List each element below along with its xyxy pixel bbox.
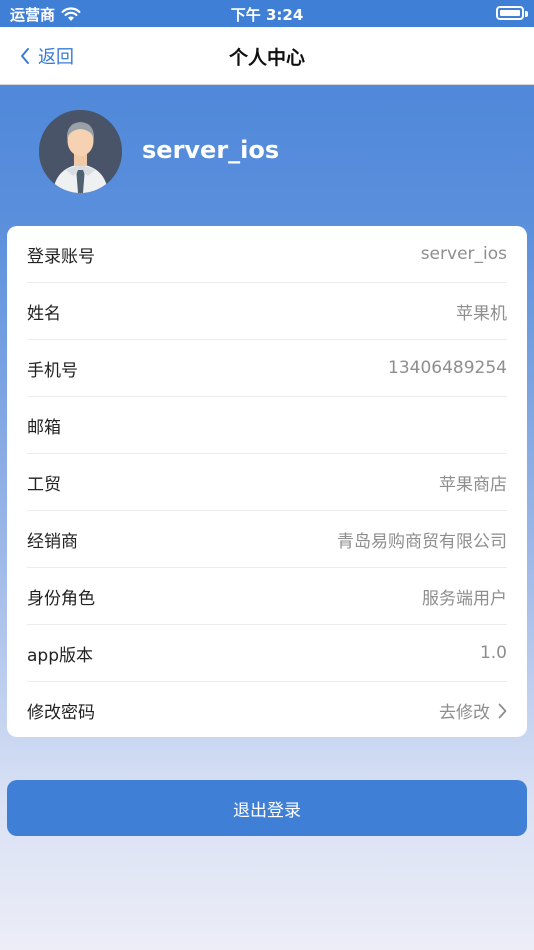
row-name: 姓名 苹果机: [27, 283, 507, 340]
row-label: 手机号: [27, 360, 78, 381]
row-email: 邮箱: [27, 397, 507, 454]
row-change-password[interactable]: 修改密码 去修改: [27, 682, 507, 739]
logout-button[interactable]: 退出登录: [7, 780, 527, 836]
row-label: app版本: [27, 645, 93, 666]
status-bar: 运营商 下午 3:24: [0, 0, 534, 27]
profile-header: server_ios: [0, 86, 534, 226]
battery-nub: [525, 11, 528, 17]
row-label: 修改密码: [27, 703, 95, 723]
info-card: 登录账号 server_ios 姓名 苹果机 手机号 13406489254 邮…: [7, 226, 527, 737]
person-avatar-icon: [39, 110, 122, 193]
row-value: 苹果商店: [439, 474, 507, 495]
status-time: 下午 3:24: [230, 6, 304, 24]
row-dealer: 经销商 青岛易购商贸有限公司: [27, 511, 507, 568]
row-value: 服务端用户: [422, 588, 507, 609]
row-label: 邮箱: [27, 417, 61, 438]
row-app-version: app版本 1.0: [27, 625, 507, 682]
battery-icon: [496, 6, 524, 20]
row-value: 苹果机: [456, 303, 507, 324]
nav-bar: 返回 个人中心: [0, 27, 534, 85]
row-value: 13406489254: [388, 358, 507, 378]
row-role: 身份角色 服务端用户: [27, 568, 507, 625]
avatar: [39, 110, 122, 193]
row-label: 工贸: [27, 474, 61, 495]
chevron-right-icon: [498, 703, 507, 718]
change-password-link: 去修改: [439, 698, 507, 723]
row-value: server_ios: [420, 244, 507, 264]
row-value: 1.0: [479, 643, 507, 663]
row-label: 登录账号: [27, 246, 95, 267]
row-label: 身份角色: [27, 588, 95, 609]
row-label: 姓名: [27, 303, 61, 324]
change-password-text: 去修改: [439, 703, 490, 723]
username: server_ios: [142, 136, 280, 164]
row-trade: 工贸 苹果商店: [27, 454, 507, 511]
row-value: 青岛易购商贸有限公司: [337, 531, 507, 552]
page-title: 个人中心: [228, 47, 305, 69]
row-login-account: 登录账号 server_ios: [27, 226, 507, 283]
row-phone: 手机号 13406489254: [27, 340, 507, 397]
row-label: 经销商: [27, 531, 78, 552]
